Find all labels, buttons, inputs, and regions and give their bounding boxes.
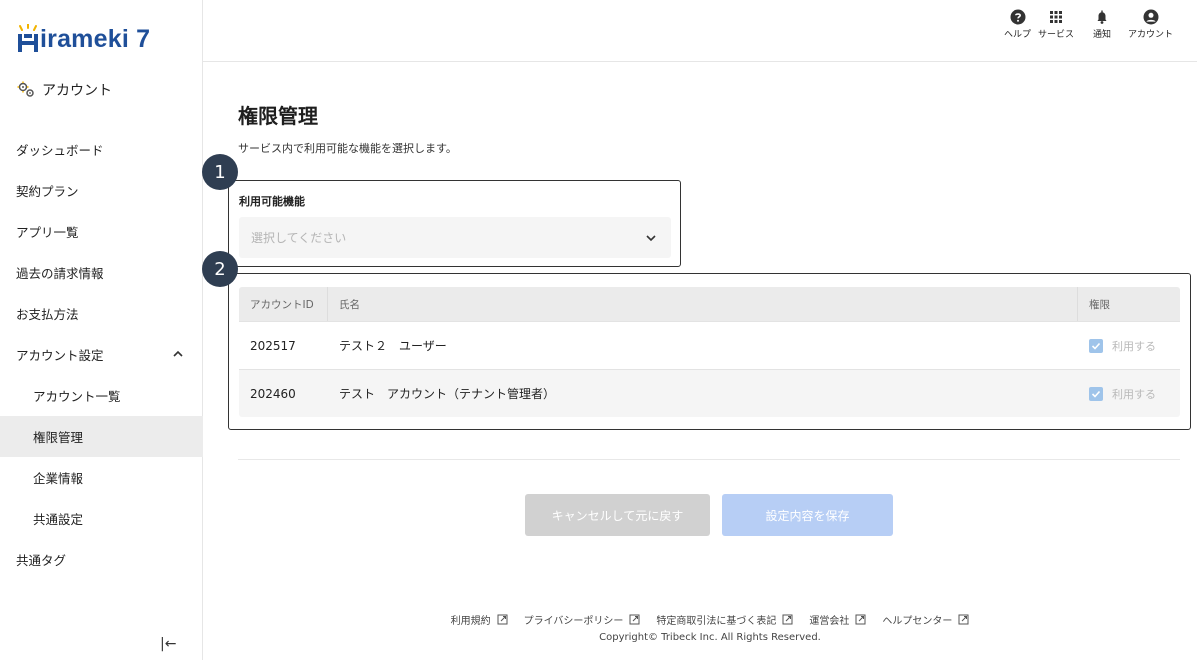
footer-link-privacy[interactable]: プライバシーポリシー bbox=[524, 612, 641, 627]
sidebar-item-common-tags[interactable]: 共通タグ bbox=[0, 539, 203, 580]
feature-select[interactable]: 選択してください bbox=[239, 217, 671, 258]
footer-links: 利用規約 プライバシーポリシー 特定商取引法に基づく表記 運営会社 ヘルプセンタ… bbox=[203, 612, 1197, 627]
feature-select-placeholder: 選択してください bbox=[251, 231, 347, 245]
column-header-permission: 権限 bbox=[1089, 298, 1110, 311]
save-button[interactable]: 設定内容を保存 bbox=[722, 494, 893, 536]
checkbox-checked-icon[interactable] bbox=[1089, 338, 1103, 353]
sidebar-item-company-info[interactable]: 企業情報 bbox=[0, 457, 203, 498]
sidebar-item-label: 権限管理 bbox=[33, 430, 84, 445]
collapse-sidebar-button[interactable]: |← bbox=[160, 636, 176, 652]
cell-name: テスト アカウント（テナント管理者） bbox=[339, 387, 556, 401]
footer-link-label: 特定商取引法に基づく表記 bbox=[656, 616, 777, 627]
services-button[interactable]: サービス bbox=[1038, 9, 1074, 40]
sidebar-item-label: アカウント一覧 bbox=[33, 389, 121, 404]
table-header-row: アカウントID 氏名 権限 bbox=[239, 287, 1180, 321]
sidebar-item-label: アプリ一覧 bbox=[16, 225, 79, 240]
sidebar-section-account: アカウント bbox=[16, 80, 112, 100]
sidebar-item-label: 企業情報 bbox=[33, 471, 84, 486]
footer-link-label: 利用規約 bbox=[450, 616, 491, 627]
sidebar-item-label: お支払方法 bbox=[16, 307, 79, 322]
top-header: ヘルプ サービス 通知 アカウント bbox=[203, 0, 1197, 62]
cancel-button[interactable]: キャンセルして元に戻す bbox=[525, 494, 710, 536]
sidebar-item-dashboard[interactable]: ダッシュボード bbox=[0, 129, 203, 170]
footer-link-commerce-law[interactable]: 特定商取引法に基づく表記 bbox=[656, 612, 793, 627]
sidebar-section-label: アカウント bbox=[42, 83, 112, 99]
external-link-icon bbox=[782, 614, 793, 625]
notifications-button[interactable]: 通知 bbox=[1093, 9, 1111, 40]
page-title: 権限管理 bbox=[238, 104, 318, 128]
footer-link-label: プライバシーポリシー bbox=[523, 616, 624, 627]
sidebar: irameki 7 アカウント ダッシュボード 契約プラン アプリ一覧 過去の請… bbox=[0, 0, 203, 660]
page-description: サービス内で利用可能な機能を選択します。 bbox=[238, 142, 457, 155]
account-button[interactable]: アカウント bbox=[1128, 9, 1173, 40]
feature-label: 利用可能機能 bbox=[239, 195, 305, 208]
brand-logo[interactable]: irameki 7 bbox=[16, 20, 150, 54]
column-header-name: 氏名 bbox=[328, 287, 1078, 321]
copyright: Copyright© Tribeck Inc. All Rights Reser… bbox=[599, 632, 821, 643]
footer-link-label: 運営会社 bbox=[809, 616, 850, 627]
logo-text: irameki 7 bbox=[40, 25, 151, 53]
permission-toggle[interactable]: 利用する bbox=[1078, 386, 1180, 402]
notifications-label: 通知 bbox=[1093, 30, 1112, 40]
sidebar-item-payment[interactable]: お支払方法 bbox=[0, 293, 203, 334]
external-link-icon bbox=[855, 614, 866, 625]
feature-select-panel: 利用可能機能 選択してください bbox=[228, 180, 681, 267]
sidebar-item-permissions[interactable]: 権限管理 bbox=[0, 416, 203, 457]
help-label: ヘルプ bbox=[1004, 30, 1032, 40]
services-label: サービス bbox=[1038, 30, 1075, 40]
sidebar-item-plan[interactable]: 契約プラン bbox=[0, 170, 203, 211]
logo-mark-icon bbox=[16, 24, 40, 54]
chevron-up-icon bbox=[173, 350, 183, 357]
help-button[interactable]: ヘルプ bbox=[1004, 9, 1031, 40]
sidebar-item-label: 共通設定 bbox=[33, 512, 84, 527]
permission-label: 利用する bbox=[1112, 339, 1156, 353]
cell-account-id: 202460 bbox=[250, 386, 296, 401]
help-icon bbox=[1010, 9, 1025, 25]
cell-name: テスト２ ユーザー bbox=[339, 339, 447, 353]
grid-icon bbox=[1050, 11, 1062, 23]
divider bbox=[238, 459, 1180, 460]
external-link-icon bbox=[497, 614, 508, 625]
permission-label: 利用する bbox=[1112, 387, 1156, 401]
column-header-account-id: アカウントID bbox=[239, 287, 328, 321]
footer-link-company[interactable]: 運営会社 bbox=[809, 612, 866, 627]
sidebar-item-common-settings[interactable]: 共通設定 bbox=[0, 498, 203, 539]
permission-toggle[interactable]: 利用する bbox=[1078, 338, 1180, 354]
checkbox-checked-icon[interactable] bbox=[1089, 386, 1103, 401]
cell-account-id: 202517 bbox=[250, 338, 296, 353]
bell-icon bbox=[1097, 10, 1107, 24]
gears-icon bbox=[17, 81, 34, 97]
sidebar-item-apps[interactable]: アプリ一覧 bbox=[0, 211, 203, 252]
sidebar-nav: ダッシュボード 契約プラン アプリ一覧 過去の請求情報 お支払方法 アカウント設… bbox=[0, 129, 203, 580]
sidebar-item-account-settings[interactable]: アカウント設定 bbox=[0, 334, 203, 375]
footer-link-terms[interactable]: 利用規約 bbox=[451, 612, 508, 627]
footer-link-help-center[interactable]: ヘルプセンター bbox=[882, 612, 969, 627]
sidebar-item-label: 共通タグ bbox=[16, 553, 67, 568]
account-label: アカウント bbox=[1128, 30, 1174, 40]
table-row: 202517 テスト２ ユーザー 利用する bbox=[239, 321, 1180, 369]
user-circle-icon bbox=[1143, 9, 1158, 25]
annotation-badge-2: 2 bbox=[202, 251, 238, 287]
external-link-icon bbox=[958, 614, 969, 625]
sidebar-item-label: ダッシュボード bbox=[16, 143, 104, 158]
permission-table: アカウントID 氏名 権限 202517 テスト２ ユーザー 利用する 2024… bbox=[239, 287, 1180, 417]
external-link-icon bbox=[629, 614, 640, 625]
annotation-badge-1: 1 bbox=[202, 154, 238, 190]
table-row: 202460 テスト アカウント（テナント管理者） 利用する bbox=[239, 369, 1180, 417]
sidebar-item-account-list[interactable]: アカウント一覧 bbox=[0, 375, 203, 416]
sidebar-item-label: 過去の請求情報 bbox=[16, 266, 104, 281]
sidebar-item-label: 契約プラン bbox=[16, 184, 79, 199]
footer-link-label: ヘルプセンター bbox=[882, 616, 953, 627]
chevron-down-icon bbox=[646, 235, 656, 242]
sidebar-item-label: アカウント設定 bbox=[16, 348, 104, 363]
sidebar-item-billing-history[interactable]: 過去の請求情報 bbox=[0, 252, 203, 293]
permission-table-panel: アカウントID 氏名 権限 202517 テスト２ ユーザー 利用する 2024… bbox=[228, 273, 1191, 430]
collapse-left-icon: |← bbox=[160, 636, 177, 652]
